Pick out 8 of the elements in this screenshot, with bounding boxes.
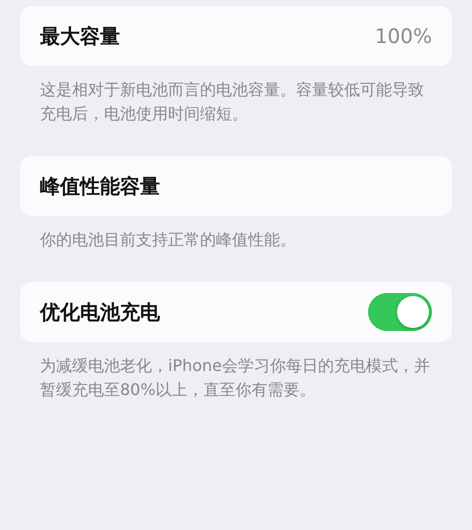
toggle-switch[interactable] <box>368 293 432 331</box>
row-label: 峰值性能容量 <box>40 172 160 200</box>
footer-text: 这是相对于新电池而言的电池容量。容量较低可能导致充电后，电池使用时间缩短。 <box>40 80 424 123</box>
row-value: 100% <box>374 24 432 48</box>
footer-text: 你的电池目前支持正常的峰值性能。 <box>40 230 296 249</box>
row-label: 优化电池充电 <box>40 298 160 326</box>
footer-text: 为减缓电池老化，iPhone会学习你每日的充电模式，并暂缓充电至80%以上，直至你有需要。 <box>40 356 430 399</box>
row-label: 最大容量 <box>40 22 120 50</box>
